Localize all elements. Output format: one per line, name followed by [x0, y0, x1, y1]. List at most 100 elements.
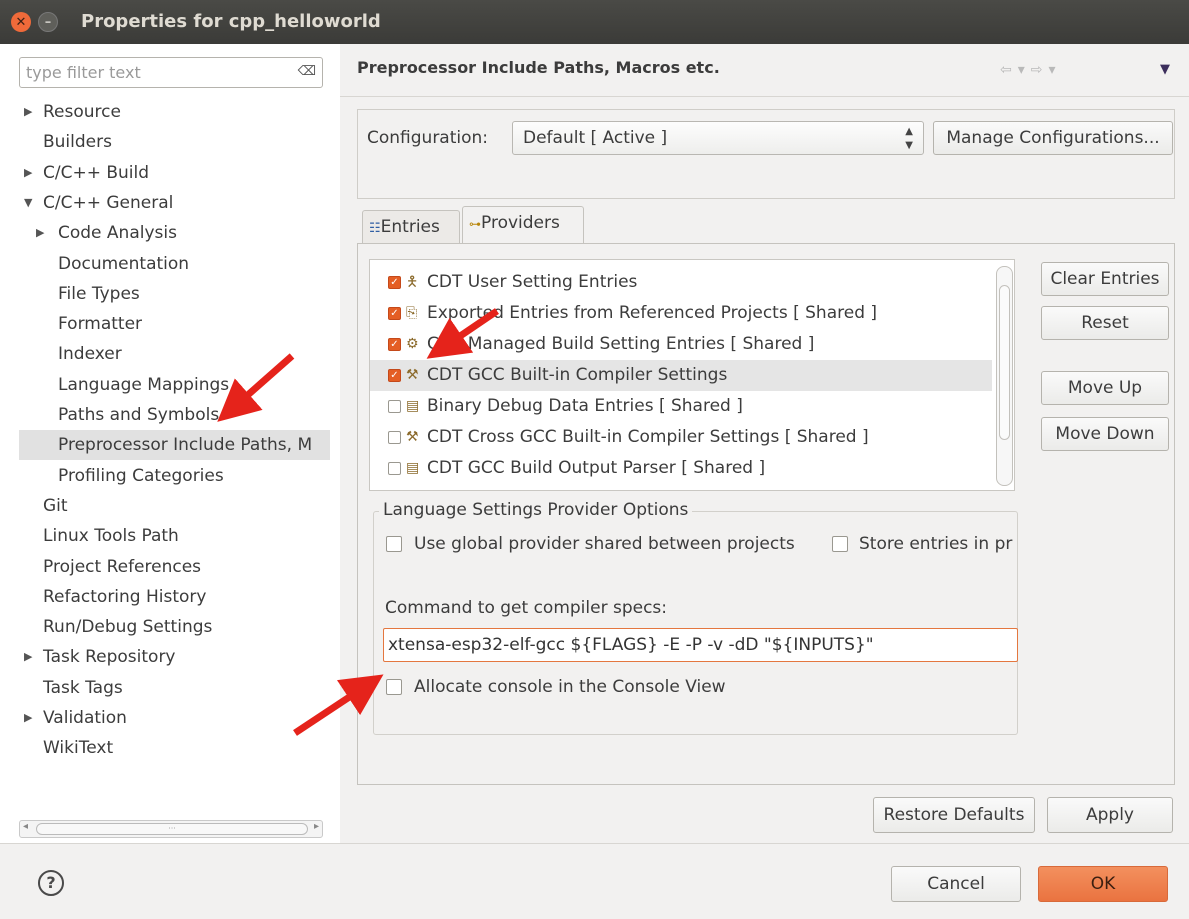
tree-item-refactoring-history[interactable]: Refactoring History: [0, 582, 330, 612]
title-bar: ✕ – Properties for cpp_helloworld: [0, 0, 1189, 44]
tree-item-task-tags[interactable]: Task Tags: [0, 673, 330, 703]
provider-row[interactable]: ▤ CDT GCC Build Output Parser [ Shared ]: [370, 453, 992, 484]
tree-item-label: Preprocessor Include Paths, M: [58, 435, 313, 456]
provider-row[interactable]: ⚒ CDT Cross GCC Built-in Compiler Setting…: [370, 422, 992, 453]
collapsed-arrow-icon[interactable]: ▶: [36, 218, 44, 248]
providers-scrollbar[interactable]: [996, 266, 1013, 486]
move-down-button[interactable]: Move Down: [1041, 417, 1169, 451]
tree-item-c-c-general[interactable]: ▼ C/C++ General: [0, 188, 330, 218]
tree-item-label: Refactoring History: [43, 586, 207, 607]
provider-row[interactable]: ✓ ⚒ CDT GCC Built-in Compiler Settings: [370, 360, 992, 391]
move-up-button[interactable]: Move Up: [1041, 371, 1169, 405]
provider-label: CDT GCC Built-in Compiler Settings: [427, 365, 728, 385]
tree-item-builders[interactable]: Builders: [0, 127, 330, 157]
provider-checkbox[interactable]: [388, 462, 401, 475]
scroll-right-icon[interactable]: ▸: [314, 821, 319, 832]
manage-configurations-button[interactable]: Manage Configurations...: [933, 121, 1173, 155]
tree-item-label: C/C++ Build: [43, 162, 150, 183]
tree-item-indexer[interactable]: Indexer: [0, 339, 330, 369]
provider-checkbox[interactable]: ✓: [388, 369, 401, 382]
tree-item-git[interactable]: Git: [0, 491, 330, 521]
tree-item-documentation[interactable]: Documentation: [0, 249, 330, 279]
command-input[interactable]: [383, 628, 1018, 662]
provider-row[interactable]: ✓ ⚙ CDT Managed Build Setting Entries [ Sh…: [370, 329, 992, 360]
minimize-icon[interactable]: –: [38, 12, 58, 32]
provider-row[interactable]: ▤ Binary Debug Data Entries [ Shared ]: [370, 391, 992, 422]
clear-entries-button[interactable]: Clear Entries: [1041, 262, 1169, 296]
tree-item-resource[interactable]: ▶ Resource: [0, 97, 330, 127]
tab-entries[interactable]: ☷Entries: [362, 210, 460, 244]
window-title: Properties for cpp_helloworld: [81, 11, 381, 32]
tree-item-label: Run/Debug Settings: [43, 617, 213, 638]
tree-item-wikitext[interactable]: WikiText: [0, 733, 330, 763]
provider-row[interactable]: ✓ ⎘ Exported Entries from Referenced Proje…: [370, 298, 992, 329]
tree-item-linux-tools-path[interactable]: Linux Tools Path: [0, 521, 330, 551]
expanded-arrow-icon[interactable]: ▼: [24, 188, 32, 218]
cancel-button[interactable]: Cancel: [891, 866, 1021, 902]
ok-button[interactable]: OK: [1038, 866, 1168, 902]
tree-item-paths-and-symbols[interactable]: Paths and Symbols: [0, 400, 330, 430]
help-icon[interactable]: ?: [38, 870, 64, 896]
tree-item-label: Git: [43, 495, 68, 516]
tree-item-file-types[interactable]: File Types: [0, 279, 330, 309]
spinner-icon: ▲ ▼: [905, 126, 913, 151]
tree-item-project-references[interactable]: Project References: [0, 552, 330, 582]
provider-checkbox[interactable]: ✓: [388, 276, 401, 289]
filter-input[interactable]: [20, 58, 280, 87]
clear-icon[interactable]: ⌫: [298, 64, 316, 79]
tree-item-label: File Types: [58, 283, 140, 304]
tree-item-formatter[interactable]: Formatter: [0, 309, 330, 339]
provider-label: CDT User Setting Entries: [427, 272, 638, 292]
store-entries-checkbox[interactable]: [832, 536, 848, 552]
entries-icon: ☷: [369, 221, 381, 236]
tree-item-language-mappings[interactable]: Language Mappings: [0, 370, 330, 400]
allocate-console-checkbox[interactable]: [386, 679, 402, 695]
use-global-provider-checkbox[interactable]: [386, 536, 402, 552]
provider-label: Exported Entries from Referenced Project…: [427, 303, 878, 323]
tree-item-run-debug-settings[interactable]: Run/Debug Settings: [0, 612, 330, 642]
collapsed-arrow-icon[interactable]: ▶: [24, 97, 32, 127]
store-entries-label: Store entries in pr: [859, 534, 1013, 554]
provider-checkbox[interactable]: ✓: [388, 338, 401, 351]
provider-row[interactable]: ✓ 🯅 CDT User Setting Entries: [370, 267, 992, 298]
tree-item-label: Task Repository: [43, 647, 176, 668]
parser-icon: ▤: [406, 460, 420, 476]
provider-options-title: Language Settings Provider Options: [379, 500, 693, 520]
scrollbar-thumb[interactable]: ···: [36, 823, 308, 835]
view-menu-icon[interactable]: ▼: [1160, 62, 1170, 77]
providers-icon: ⊶: [469, 217, 481, 231]
close-icon[interactable]: ✕: [11, 12, 31, 32]
provider-label: CDT GCC Build Output Parser [ Shared ]: [427, 458, 766, 478]
provider-checkbox[interactable]: [388, 431, 401, 444]
tree-item-label: Builders: [43, 132, 112, 153]
horizontal-scrollbar[interactable]: ◂ ··· ▸: [19, 820, 323, 838]
apply-button[interactable]: Apply: [1047, 797, 1173, 833]
tree-item-c-c-build[interactable]: ▶ C/C++ Build: [0, 158, 330, 188]
collapsed-arrow-icon[interactable]: ▶: [24, 158, 32, 188]
tree-item-code-analysis[interactable]: ▶ Code Analysis: [0, 218, 330, 248]
collapsed-arrow-icon[interactable]: ▶: [24, 642, 32, 672]
providers-list[interactable]: ✓ 🯅 CDT User Setting Entries ✓ ⎘ Exported Ent…: [369, 259, 1015, 491]
provider-checkbox[interactable]: ✓: [388, 307, 401, 320]
history-nav-icons[interactable]: ⇦▾⇨▾: [1000, 62, 1062, 78]
filter-field[interactable]: ⌫: [19, 57, 323, 88]
tree-item-preprocessor-include-paths-m[interactable]: Preprocessor Include Paths, M: [19, 430, 330, 461]
tree-item-profiling-categories[interactable]: Profiling Categories: [0, 461, 330, 491]
tree-item-task-repository[interactable]: ▶ Task Repository: [0, 642, 330, 672]
compiler-icon: ⚒: [406, 367, 419, 383]
tab-providers[interactable]: ⊶Providers: [462, 206, 584, 244]
tree-item-validation[interactable]: ▶ Validation: [0, 703, 330, 733]
collapsed-arrow-icon[interactable]: ▶: [24, 703, 32, 733]
tree-item-label: Paths and Symbols: [58, 405, 220, 425]
scroll-left-icon[interactable]: ◂: [23, 821, 28, 832]
provider-checkbox[interactable]: [388, 400, 401, 413]
tree-item-label: Formatter: [58, 314, 143, 335]
providers-scrollbar-thumb[interactable]: [999, 285, 1010, 440]
reset-button[interactable]: Reset: [1041, 306, 1169, 340]
configuration-select[interactable]: Default [ Active ] ▲ ▼: [512, 121, 924, 155]
allocate-console-label: Allocate console in the Console View: [414, 677, 726, 697]
tree-item-label: Linux Tools Path: [43, 526, 179, 547]
restore-defaults-button[interactable]: Restore Defaults: [873, 797, 1035, 833]
export-icon: ⎘: [406, 305, 418, 321]
debug-data-icon: ▤: [406, 398, 420, 414]
